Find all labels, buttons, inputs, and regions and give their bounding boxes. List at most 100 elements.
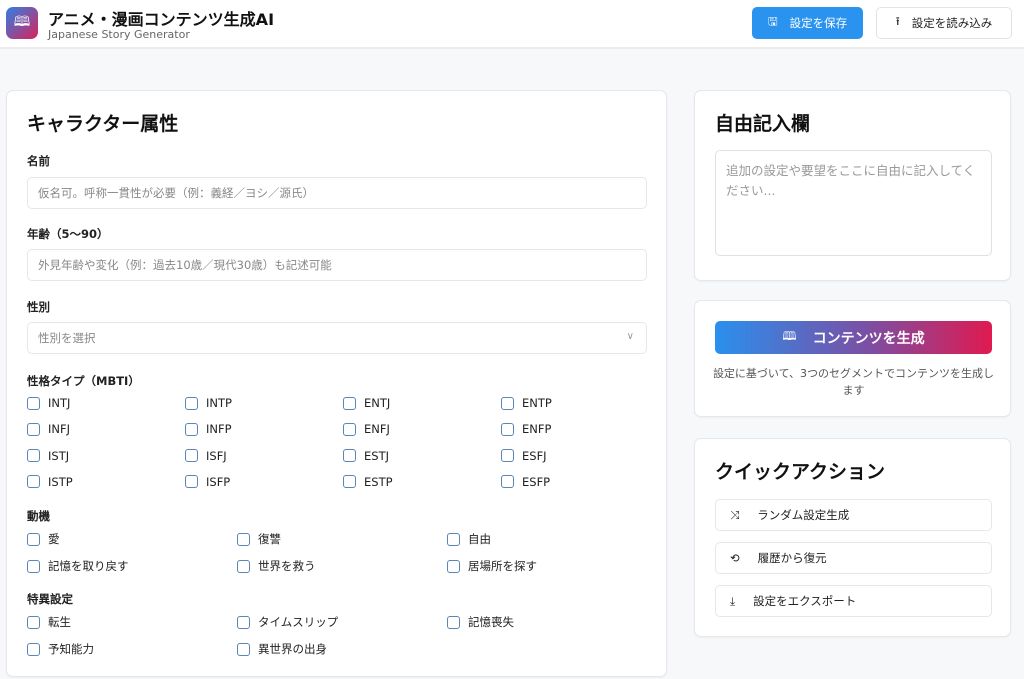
checkbox-label: INFJ — [48, 422, 70, 436]
checkbox-box[interactable] — [501, 397, 514, 410]
free-entry-textarea[interactable]: 追加の設定や要望をここに自由に記入してください... — [715, 150, 992, 256]
checkbox-box[interactable] — [501, 475, 514, 488]
checkbox-label: ISTJ — [48, 449, 69, 463]
special-checkbox[interactable]: 転生 — [27, 614, 71, 630]
motive-checkbox[interactable]: 居場所を探す — [447, 558, 537, 574]
mbti-checkbox[interactable]: ESFP — [501, 475, 550, 489]
age-placeholder: 外見年齢や変化（例：過去10歳／現代30歳）も記述可能 — [38, 257, 332, 273]
motive-checkbox[interactable]: 自由 — [447, 531, 491, 547]
checkbox-box[interactable] — [185, 475, 198, 488]
mbti-checkbox[interactable]: ESTJ — [343, 449, 389, 463]
mbti-checkbox[interactable]: ENTP — [501, 396, 552, 410]
age-input[interactable]: 外見年齢や変化（例：過去10歳／現代30歳）も記述可能 — [27, 249, 647, 281]
restore-history-button[interactable]: ⟲履歴から復元 — [715, 542, 992, 574]
checkbox-box[interactable] — [27, 616, 40, 629]
chevron-down-icon: ∨ — [627, 331, 634, 342]
mbti-checkbox[interactable]: ENTJ — [343, 396, 390, 410]
generate-label: コンテンツを生成 — [813, 328, 925, 348]
checkbox-box[interactable] — [237, 560, 250, 573]
special-checkbox[interactable]: 記憶喪失 — [447, 614, 514, 630]
checkbox-box[interactable] — [447, 616, 460, 629]
checkbox-box[interactable] — [343, 423, 356, 436]
mbti-checkbox[interactable]: INFP — [185, 422, 232, 436]
checkbox-box[interactable] — [447, 533, 460, 546]
generate-content-button[interactable]: 🕮コンテンツを生成 — [715, 321, 992, 354]
checkbox-box[interactable] — [237, 533, 250, 546]
download-icon: ⤓ — [730, 594, 735, 609]
checkbox-box[interactable] — [237, 643, 250, 656]
app-title: アニメ・漫画コンテンツ生成AI — [48, 6, 274, 30]
checkbox-box[interactable] — [185, 423, 198, 436]
generate-description: 設定に基づいて、3つのセグメントでコンテンツを生成します — [711, 365, 996, 399]
save-label: 設定を保存 — [790, 15, 848, 31]
checkbox-label: ENFP — [522, 422, 551, 436]
shuffle-icon: ⤨ — [730, 508, 739, 523]
checkbox-box[interactable] — [343, 449, 356, 462]
checkbox-box[interactable] — [27, 560, 40, 573]
checkbox-box[interactable] — [343, 475, 356, 488]
checkbox-label: ENTP — [522, 396, 552, 410]
upload-icon: ⭱ — [896, 14, 900, 33]
checkbox-box[interactable] — [447, 560, 460, 573]
load-settings-button[interactable]: ⭱設定を読み込み — [876, 7, 1012, 39]
checkbox-box[interactable] — [185, 449, 198, 462]
mbti-checkbox[interactable]: ISTP — [27, 475, 73, 489]
checkbox-box[interactable] — [27, 397, 40, 410]
mbti-label: 性格タイプ（MBTI） — [27, 373, 140, 389]
checkbox-box[interactable] — [27, 449, 40, 462]
mbti-checkbox[interactable]: ESFJ — [501, 449, 547, 463]
checkbox-label: 転生 — [48, 614, 71, 630]
special-checkbox[interactable]: 予知能力 — [27, 641, 94, 657]
mbti-checkbox[interactable]: ENFJ — [343, 422, 390, 436]
mbti-checkbox[interactable]: ISTJ — [27, 449, 69, 463]
motive-checkbox[interactable]: 復讐 — [237, 531, 281, 547]
motive-checkbox[interactable]: 世界を救う — [237, 558, 316, 574]
mbti-checkbox[interactable]: ISFP — [185, 475, 230, 489]
name-label: 名前 — [27, 153, 50, 169]
checkbox-label: 記憶を取り戻す — [48, 558, 129, 574]
quick-action-label: ランダム設定生成 — [757, 507, 849, 523]
mbti-checkbox[interactable]: INFJ — [27, 422, 70, 436]
mbti-checkbox[interactable]: ISFJ — [185, 449, 227, 463]
checkbox-label: 記憶喪失 — [468, 614, 514, 630]
gender-label: 性別 — [27, 299, 50, 315]
motive-checkbox[interactable]: 愛 — [27, 531, 60, 547]
name-input[interactable]: 仮名可。呼称一貫性が必要（例：義経／ヨシ／源氏） — [27, 177, 647, 209]
export-settings-button[interactable]: ⤓ 設定をエクスポート — [715, 585, 992, 617]
checkbox-label: 予知能力 — [48, 641, 94, 657]
save-icon: 🖫 — [768, 14, 778, 33]
checkbox-box[interactable] — [27, 533, 40, 546]
random-settings-button[interactable]: ⤨ ランダム設定生成 — [715, 499, 992, 531]
book-logo-icon: 🕮 — [6, 7, 38, 39]
free-entry-card: 自由記入欄 追加の設定や要望をここに自由に記入してください... — [694, 90, 1011, 281]
checkbox-label: INTJ — [48, 396, 70, 410]
mbti-checkbox[interactable]: ESTP — [343, 475, 393, 489]
special-checkbox[interactable]: 異世界の出身 — [237, 641, 327, 657]
quick-action-label: 設定をエクスポート — [753, 593, 856, 609]
checkbox-box[interactable] — [27, 643, 40, 656]
mbti-checkbox[interactable]: ENFP — [501, 422, 551, 436]
save-settings-button[interactable]: 🖫 設定を保存 — [752, 7, 863, 39]
checkbox-box[interactable] — [27, 423, 40, 436]
mbti-checkbox[interactable]: INTJ — [27, 396, 70, 410]
checkbox-label: タイムスリップ — [258, 614, 338, 630]
checkbox-label: ISFP — [206, 475, 230, 489]
free-entry-placeholder: 追加の設定や要望をここに自由に記入してください... — [726, 163, 975, 198]
special-checkbox[interactable]: タイムスリップ — [237, 614, 338, 630]
checkbox-box[interactable] — [27, 475, 40, 488]
quick-actions-card: クイックアクション ⤨ ランダム設定生成 ⟲履歴から復元 ⤓ 設定をエクスポート — [694, 438, 1011, 637]
checkbox-label: INTP — [206, 396, 232, 410]
checkbox-label: 世界を救う — [258, 558, 316, 574]
motive-checkbox[interactable]: 記憶を取り戻す — [27, 558, 129, 574]
checkbox-box[interactable] — [501, 423, 514, 436]
checkbox-box[interactable] — [501, 449, 514, 462]
checkbox-box[interactable] — [237, 616, 250, 629]
checkbox-box[interactable] — [343, 397, 356, 410]
quick-actions-title: クイックアクション — [715, 457, 885, 484]
checkbox-label: ENTJ — [364, 396, 390, 410]
history-icon: ⟲ — [730, 551, 740, 565]
gender-select[interactable]: 性別を選択∨ — [27, 322, 647, 354]
mbti-checkbox[interactable]: INTP — [185, 396, 232, 410]
checkbox-box[interactable] — [185, 397, 198, 410]
checkbox-label: ESTP — [364, 475, 393, 489]
